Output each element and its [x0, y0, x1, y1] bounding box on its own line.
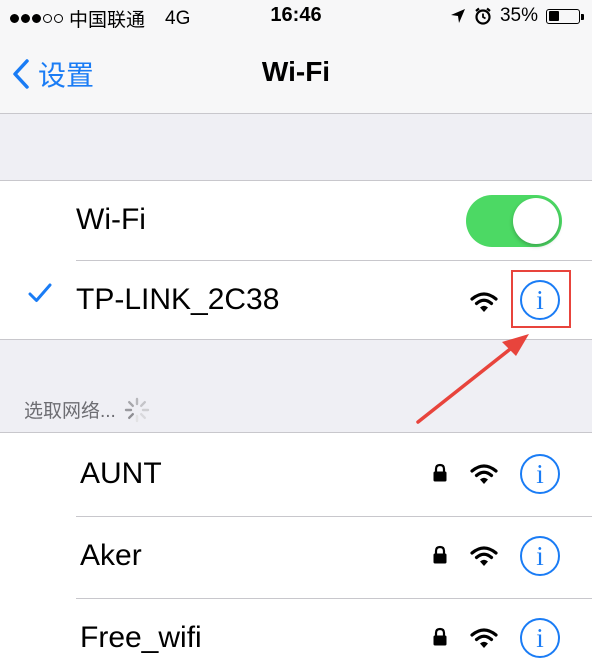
location-arrow-icon [450, 9, 465, 23]
wifi-signal-icon [470, 292, 498, 312]
navigation-bar: 设置 Wi-Fi [0, 32, 592, 114]
annotation-highlight-box [511, 270, 571, 328]
wifi-signal-icon [470, 546, 498, 566]
toggle-knob [513, 198, 559, 244]
network-name: AUNT [80, 457, 162, 490]
wifi-signal-icon [470, 628, 498, 648]
choose-network-header: 选取网络... [24, 396, 150, 423]
checkmark-icon [28, 283, 52, 302]
network-info-button[interactable]: i [520, 454, 560, 494]
wifi-toggle-label: Wi-Fi [76, 203, 146, 236]
wifi-signal-icon [470, 464, 498, 484]
lock-icon [433, 463, 447, 482]
choose-network-label: 选取网络... [24, 401, 116, 422]
network-info-button[interactable]: i [520, 536, 560, 576]
loading-spinner-icon [124, 397, 150, 422]
status-right: 35% [450, 5, 584, 27]
page-title: Wi-Fi [261, 56, 331, 87]
connected-network-row[interactable]: TP-LINK_2C38 i [0, 261, 592, 341]
alarm-clock-icon [475, 7, 491, 25]
battery-icon [546, 8, 584, 24]
wifi-toggle-switch[interactable] [466, 195, 562, 247]
status-bar: 中国联通 4G 16:46 35% [0, 0, 592, 32]
network-info-button[interactable]: i [520, 618, 560, 658]
battery-percent: 35% [499, 5, 538, 26]
network-row[interactable]: Free_wifi i [0, 599, 592, 662]
network-row[interactable]: AUNT i [0, 433, 592, 513]
connected-network-name: TP-LINK_2C38 [76, 283, 280, 316]
network-name: Free_wifi [80, 621, 202, 654]
network-name: Aker [80, 539, 142, 572]
lock-icon [433, 627, 447, 646]
battery-level-fill [548, 11, 559, 21]
wifi-settings-group: Wi-Fi TP-LINK_2C38 i [0, 180, 592, 340]
lock-icon [433, 545, 447, 564]
network-row[interactable]: Aker i [0, 517, 592, 597]
available-networks-list: AUNT i Aker i Free_wifi i [0, 432, 592, 662]
wifi-toggle-row: Wi-Fi [0, 181, 592, 261]
